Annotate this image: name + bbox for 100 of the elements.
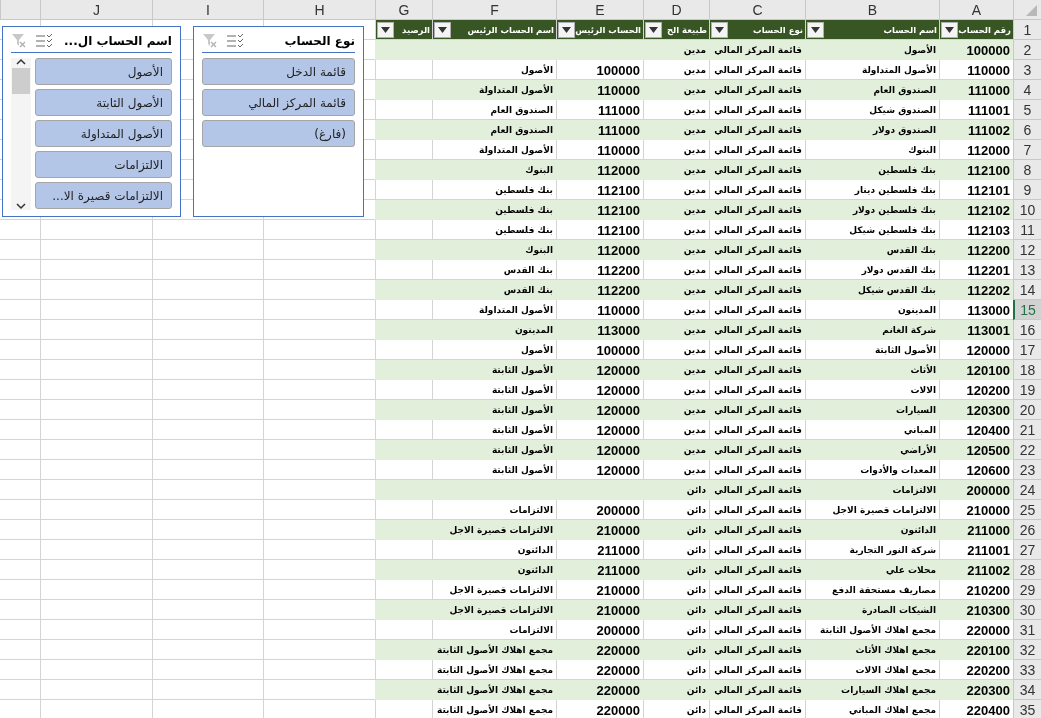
slicer-item[interactable]: الأصول الثابتة (35, 89, 172, 116)
row-header[interactable]: 34 (1013, 680, 1041, 700)
table-cell: الدائنون (900, 525, 936, 535)
table-cell: الصندوق العام (490, 125, 553, 135)
filter-dropdown-button[interactable] (645, 21, 662, 38)
table-cell: قائمة المركز المالي (714, 325, 802, 335)
column-header[interactable]: H (263, 0, 375, 20)
table-cell: 211000 (597, 562, 640, 578)
scroll-thumb[interactable] (12, 68, 30, 94)
caret-icon (811, 26, 820, 33)
table-cell: مدين (683, 405, 706, 415)
row-header[interactable]: 26 (1013, 520, 1041, 540)
table-cell: مدين (683, 145, 706, 155)
row-header[interactable]: 20 (1013, 400, 1041, 420)
column-header[interactable]: C (709, 0, 805, 20)
table-cell: دائن (686, 625, 706, 635)
table-cell: مجمع اهلاك الأصول الثابتة (437, 685, 553, 695)
row-header[interactable]: 14 (1013, 280, 1041, 300)
table-cell: مدين (683, 285, 706, 295)
row-header[interactable]: 33 (1013, 660, 1041, 680)
column-header[interactable]: E (556, 0, 643, 20)
row-header[interactable]: 31 (1013, 620, 1041, 640)
table-cell: 110000 (597, 302, 640, 318)
row-header[interactable]: 16 (1013, 320, 1041, 340)
slicer-item[interactable]: الالتزامات قصيرة الا... (35, 182, 172, 209)
scroll-down-icon[interactable] (16, 202, 26, 210)
row-header[interactable]: 4 (1013, 80, 1041, 100)
slicer-item[interactable]: قائمة المركز المالي (202, 89, 355, 116)
row-header[interactable]: 30 (1013, 600, 1041, 620)
row-header[interactable]: 7 (1013, 140, 1041, 160)
table-cell: 112102 (967, 202, 1010, 218)
filter-dropdown-button[interactable] (941, 21, 958, 38)
row-header[interactable]: 9 (1013, 180, 1041, 200)
row-header[interactable]: 10 (1013, 200, 1041, 220)
table-cell: الأصول المتداولة (479, 305, 553, 315)
table-cell: قائمة المركز المالي (714, 645, 802, 655)
row-header[interactable]: 1 (1013, 20, 1041, 40)
header-text: الحساب الرئيس (577, 24, 641, 35)
table-cell: 100000 (966, 42, 1010, 58)
table-cell: 120100 (966, 362, 1010, 378)
table-cell: 220200 (966, 662, 1010, 678)
table-cell: 112000 (967, 142, 1010, 158)
slicer-item[interactable]: قائمة الدخل (202, 58, 355, 85)
column-header[interactable]: B (805, 0, 939, 20)
column-header[interactable]: I (152, 0, 263, 20)
table-cell: 111000 (968, 82, 1010, 98)
table-cell: مدين (683, 165, 706, 175)
row-header[interactable]: 28 (1013, 560, 1041, 580)
row-header[interactable]: 25 (1013, 500, 1041, 520)
row-header[interactable]: 24 (1013, 480, 1041, 500)
column-header[interactable]: F (432, 0, 556, 20)
filter-dropdown-button[interactable] (558, 21, 575, 38)
row-header[interactable]: 3 (1013, 60, 1041, 80)
row-header[interactable]: 21 (1013, 420, 1041, 440)
row-header[interactable]: 5 (1013, 100, 1041, 120)
filter-dropdown-button[interactable] (807, 21, 824, 38)
table-cell: قائمة المركز المالي (714, 265, 802, 275)
row-header[interactable]: 19 (1013, 380, 1041, 400)
row-header[interactable]: 32 (1013, 640, 1041, 660)
table-cell: بنك القدس شيكل (857, 285, 936, 295)
table-cell: 111000 (598, 102, 640, 118)
filter-dropdown-button[interactable] (434, 21, 451, 38)
header-text: الرصيد (402, 24, 430, 35)
row-header[interactable]: 23 (1013, 460, 1041, 480)
column-header[interactable]: G (375, 0, 432, 20)
scroll-up-icon[interactable] (16, 58, 26, 66)
row-header[interactable]: 6 (1013, 120, 1041, 140)
row-header[interactable]: 15 (1013, 300, 1041, 320)
row-header[interactable]: 17 (1013, 340, 1041, 360)
table-cell: 120000 (596, 402, 640, 418)
column-header[interactable]: D (643, 0, 709, 20)
column-header[interactable]: J (40, 0, 152, 20)
row-header[interactable]: 22 (1013, 440, 1041, 460)
multi-select-icon[interactable] (35, 33, 53, 48)
table-cell: 112201 (967, 262, 1010, 278)
filter-dropdown-button[interactable] (377, 21, 394, 38)
scrollbar[interactable] (11, 58, 31, 210)
table-cell: البنوك (525, 245, 553, 255)
slicer-item[interactable]: (فارغ) (202, 120, 355, 147)
row-header[interactable]: 27 (1013, 540, 1041, 560)
table-cell: 120000 (596, 462, 640, 478)
row-header[interactable]: 11 (1013, 220, 1041, 240)
slicer-item[interactable]: الأصول المتداولة (35, 120, 172, 147)
filter-dropdown-button[interactable] (711, 21, 728, 38)
multi-select-icon[interactable] (226, 33, 244, 48)
row-header[interactable]: 29 (1013, 580, 1041, 600)
row-header[interactable]: 2 (1013, 40, 1041, 60)
table-cell: الأصول المتداولة (479, 145, 553, 155)
slicer-item[interactable]: الالتزامات (35, 151, 172, 178)
row-header[interactable]: 35 (1013, 700, 1041, 718)
row-header[interactable]: 18 (1013, 360, 1041, 380)
row-header[interactable]: 13 (1013, 260, 1041, 280)
table-cell: 112100 (597, 182, 640, 198)
table-cell: مدين (683, 65, 706, 75)
table-cell: 112000 (597, 162, 640, 178)
row-header[interactable]: 12 (1013, 240, 1041, 260)
column-header[interactable]: A (939, 0, 1013, 20)
slicer-item[interactable]: الأصول (35, 58, 172, 85)
row-header[interactable]: 8 (1013, 160, 1041, 180)
table-cell: قائمة المركز المالي (714, 545, 802, 555)
